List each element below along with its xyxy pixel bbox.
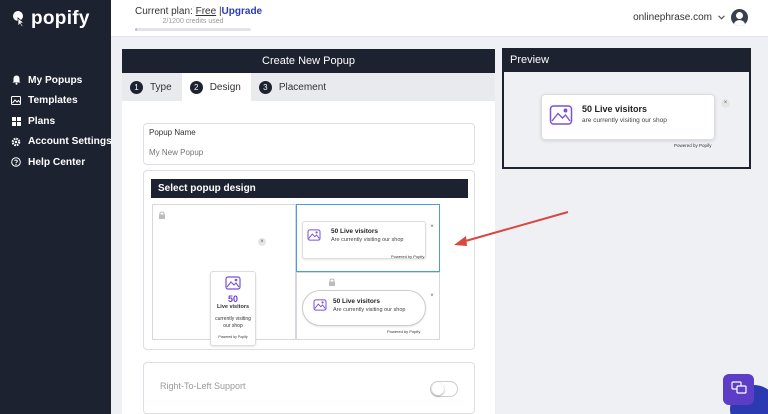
plan-prefix: Current plan: — [135, 6, 193, 17]
sidebar-nav: My Popups Templates Plans Account Settin… — [11, 70, 112, 173]
step-tabs: 1 Type 2 Design 3 Placement — [122, 73, 495, 101]
tab-label: Placement — [278, 81, 327, 93]
avatar[interactable] — [731, 9, 748, 26]
image-placeholder-icon — [313, 299, 327, 314]
logo-icon — [12, 10, 27, 28]
visitor-title: Live visitors — [216, 304, 250, 310]
tab-label: Type — [150, 81, 172, 93]
help-icon — [11, 157, 21, 168]
preview-card-title: 50 Live visitors — [582, 104, 648, 114]
logo[interactable]: popify — [12, 8, 90, 30]
powered-by: Powered by Popify — [218, 335, 248, 339]
popup-name-label: Popup Name — [149, 128, 196, 137]
account-menu[interactable]: onlinephrase.com — [633, 9, 748, 26]
toggle-knob — [432, 383, 444, 395]
sidebar: popify My Popups Templates Plans Account… — [0, 0, 112, 414]
plan-status: Current plan: Free |Upgrade — [135, 6, 262, 17]
tab-type[interactable]: 1 Type — [122, 73, 182, 101]
step-number: 1 — [130, 80, 143, 94]
bell-icon — [11, 75, 21, 86]
design-option-rounded[interactable]: 50 Live visitors Are currently visiting … — [296, 272, 440, 340]
vertical-popup-preview: 50 Live visitors currently visiting our … — [210, 271, 256, 346]
image-placeholder-icon — [549, 104, 573, 129]
chevron-down-icon — [718, 12, 725, 23]
step-number: 3 — [258, 80, 272, 94]
sidebar-item-label: Help Center — [28, 156, 86, 168]
credits-progress-fill — [135, 28, 138, 31]
popup-name-field: Popup Name — [143, 123, 475, 165]
design-option-horizontal[interactable]: 50 Live visitors Are currently visiting … — [296, 204, 440, 272]
preview-title: Preview — [504, 50, 749, 72]
sidebar-item-label: Templates — [28, 95, 78, 107]
sidebar-item-label: Plans — [28, 115, 56, 127]
grid-icon — [11, 116, 21, 126]
horizontal-popup-preview: 50 Live visitors Are currently visiting … — [302, 221, 426, 259]
close-icon: × — [258, 238, 266, 246]
plan-name-link[interactable]: Free — [196, 6, 217, 17]
tab-label: Design — [209, 81, 241, 93]
image-icon — [11, 96, 21, 106]
sidebar-item-help-center[interactable]: Help Center — [11, 152, 112, 173]
rtl-support-row: Right-To-Left Support — [143, 362, 475, 414]
tab-design[interactable]: 2 Design — [181, 73, 251, 101]
image-placeholder-icon — [211, 276, 255, 292]
gear-icon — [11, 137, 21, 147]
credits-progress-bar — [135, 28, 251, 31]
preview-card-subtitle: are currently visiting our shop — [582, 117, 667, 124]
popup-subtitle: Are currently visiting our shop — [331, 237, 404, 243]
account-name: onlinephrase.com — [633, 12, 712, 23]
lock-icon — [328, 277, 336, 286]
preview-panel: Preview 50 Live visitors are currently v… — [502, 48, 751, 169]
rtl-label: Right-To-Left Support — [160, 381, 246, 391]
sidebar-item-account-settings[interactable]: Account Settings — [11, 132, 112, 153]
design-heading: Select popup design — [151, 179, 468, 198]
credits-text: 2/1200 credits used — [162, 18, 224, 25]
powered-by: Powered by Popify — [387, 329, 421, 334]
chat-button[interactable] — [723, 374, 754, 405]
rounded-popup-preview: 50 Live visitors Are currently visiting … — [302, 290, 426, 326]
logo-text: popify — [31, 8, 90, 29]
powered-by: Powered by Popify — [391, 254, 425, 259]
chat-icon — [730, 381, 747, 398]
top-bar: Current plan: Free |Upgrade 2/1200 credi… — [111, 0, 768, 37]
upgrade-link[interactable]: Upgrade — [222, 6, 263, 17]
close-icon[interactable]: × — [721, 99, 730, 108]
close-icon: × — [430, 293, 434, 299]
sidebar-item-label: Account Settings — [28, 136, 112, 148]
popup-name-input[interactable] — [149, 148, 467, 157]
popup-title: 50 Live visitors — [333, 298, 380, 305]
annotation-arrow — [454, 211, 569, 246]
tab-placement[interactable]: 3 Placement — [251, 73, 336, 101]
popup-title: 50 Live visitors — [331, 228, 378, 235]
sidebar-item-label: My Popups — [28, 74, 83, 86]
image-placeholder-icon — [307, 229, 321, 244]
design-selector: Select popup design 50 Live visitors cur… — [143, 170, 475, 350]
sidebar-item-plans[interactable]: Plans — [11, 111, 112, 132]
step-number: 2 — [189, 80, 203, 94]
design-option-vertical[interactable]: 50 Live visitors currently visiting our … — [152, 204, 296, 346]
close-icon: × — [430, 224, 434, 230]
preview-popup-card: 50 Live visitors are currently visiting … — [541, 94, 715, 140]
sidebar-item-templates[interactable]: Templates — [11, 91, 112, 112]
panel-title: Create New Popup — [122, 49, 495, 73]
popup-subtitle: Are currently visiting our shop — [333, 307, 406, 313]
rtl-toggle[interactable] — [430, 381, 458, 397]
lock-icon — [158, 210, 166, 219]
visitor-subtitle: currently visiting our shop — [215, 316, 251, 329]
powered-by: Powered by Popify — [674, 143, 712, 148]
visitor-count: 50 — [227, 294, 238, 304]
sidebar-item-my-popups[interactable]: My Popups — [11, 70, 112, 91]
